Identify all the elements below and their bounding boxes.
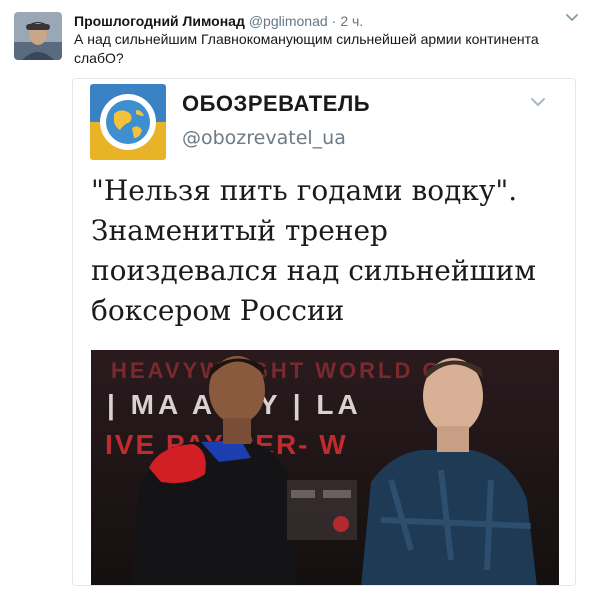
quoted-photo[interactable]: HEAVYWEIGHT WORLD CH | MA ALAY | LA IVE … [91,350,559,585]
quoted-tweet-card[interactable]: ОБОЗРЕВАТЕЛЬ @obozrevatel_ua "Нельзя пит… [72,78,576,586]
chevron-down-icon[interactable] [564,10,580,26]
banner-line-1: HEAVYWEIGHT WORLD CH [111,358,460,383]
quoted-author-name[interactable]: ОБОЗРЕВАТЕЛЬ [182,91,370,117]
tweet-header: Прошлогодний Лимонад @pglimonad · 2 ч. [74,12,363,30]
timestamp[interactable]: 2 ч. [340,13,363,29]
quoted-author-handle[interactable]: @obozrevatel_ua [182,127,346,149]
tweet-text: А над сильнейшим Главнокоманующим сильне… [74,31,539,66]
tweet: Прошлогодний Лимонад @pglimonad · 2 ч. А на… [0,0,596,598]
avatar[interactable] [14,12,62,60]
globe-logo-icon[interactable] [90,84,166,160]
chevron-down-icon[interactable] [529,96,547,110]
author-handle[interactable]: @pglimonad [249,13,328,29]
separator-dot: · [331,13,337,29]
quoted-headline: "Нельзя пить годами водку". Знаменитый т… [91,174,536,327]
avatar-image [14,12,62,60]
author-name[interactable]: Прошлогодний Лимонад [74,13,245,29]
